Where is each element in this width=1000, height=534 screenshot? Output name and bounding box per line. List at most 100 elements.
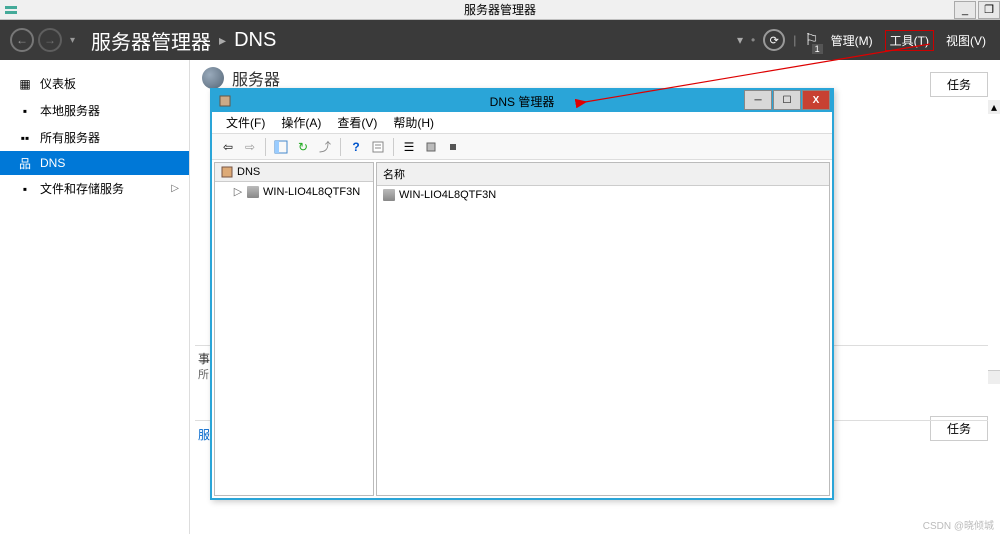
sidebar-item-local-server[interactable]: ▪ 本地服务器 — [0, 97, 189, 124]
globe-icon — [202, 67, 224, 89]
tree-server-label: WIN-LIO4L8QTF3N — [263, 186, 360, 198]
dns-titlebar[interactable]: DNS 管理器 ─ ☐ X — [212, 90, 832, 112]
tb-show-hide-button[interactable] — [271, 137, 291, 157]
dns-menu-action[interactable]: 操作(A) — [275, 112, 327, 133]
dns-manager-window: DNS 管理器 ─ ☐ X 文件(F) 操作(A) 查看(V) 帮助(H) ⇦ … — [210, 88, 834, 500]
sidebar-item-label: 仪表板 — [40, 75, 76, 92]
dns-menubar: 文件(F) 操作(A) 查看(V) 帮助(H) — [212, 112, 832, 134]
tb-properties-button[interactable] — [368, 137, 388, 157]
dns-list-pane: 名称 WIN-LIO4L8QTF3N — [376, 162, 830, 496]
header-separator: • — [751, 33, 755, 47]
notifications-button[interactable]: ⚐ 1 — [804, 30, 818, 50]
server-icon: ▪ — [18, 104, 32, 118]
sidebar-item-dns[interactable]: 品 DNS — [0, 151, 189, 175]
sidebar-item-file-storage[interactable]: ▪ 文件和存储服务 ▷ — [0, 175, 189, 202]
sidebar-item-label: 文件和存储服务 — [40, 180, 124, 197]
tree-server-node[interactable]: ▷ WIN-LIO4L8QTF3N — [215, 182, 373, 201]
server-list-icon — [383, 189, 395, 201]
menu-manage[interactable]: 管理(M) — [827, 30, 877, 51]
back-icon: ← — [16, 33, 28, 47]
dns-window-title: DNS 管理器 — [490, 93, 555, 110]
list-icon: ☰ — [404, 140, 415, 154]
tb-back-button[interactable]: ⇦ — [218, 137, 238, 157]
server-node-icon — [247, 186, 259, 198]
toolbar-separator — [393, 138, 394, 156]
sidebar-item-label: 本地服务器 — [40, 102, 100, 119]
sidebar-item-dashboard[interactable]: ▦ 仪表板 — [0, 70, 189, 97]
breadcrumb: 服务器管理器 ▸ DNS — [91, 26, 276, 55]
arrow-right-icon: ⇨ — [245, 140, 255, 154]
header-bar: ← → ▾ 服务器管理器 ▸ DNS ▾ • ⟳ | ⚐ 1 管理(M) 工具(… — [0, 20, 1000, 60]
dns-icon: 品 — [18, 156, 32, 170]
panel-icon — [274, 140, 288, 154]
reload-icon: ↻ — [298, 140, 308, 154]
header-dropdown-icon[interactable]: ▾ — [737, 33, 743, 47]
toolbar-separator — [340, 138, 341, 156]
dns-root-icon — [221, 166, 233, 178]
sidebar-item-all-servers[interactable]: ▪▪ 所有服务器 — [0, 124, 189, 151]
refresh-button[interactable]: ⟳ — [763, 29, 785, 51]
services-heading: 服 — [198, 426, 210, 443]
outer-titlebar: 服务器管理器 _ ❐ — [0, 0, 1000, 20]
list-column-header[interactable]: 名称 — [377, 163, 829, 186]
chevron-right-icon: ▷ — [171, 183, 179, 194]
list-server-name: WIN-LIO4L8QTF3N — [399, 189, 496, 201]
export-icon: ⤴ — [319, 138, 331, 155]
header-separator-2: | — [793, 33, 796, 47]
nav-forward-button[interactable]: → — [38, 28, 62, 52]
dns-minimize-button[interactable]: ─ — [744, 90, 772, 110]
outer-window-title: 服务器管理器 — [464, 1, 536, 18]
tb-help-button[interactable]: ? — [346, 137, 366, 157]
tb-stop-button[interactable] — [443, 137, 463, 157]
outer-restore-button[interactable]: ❐ — [978, 1, 1000, 19]
breadcrumb-separator-icon: ▸ — [219, 32, 226, 49]
breadcrumb-leaf[interactable]: DNS — [234, 29, 276, 52]
properties-icon — [371, 140, 385, 154]
menu-tools[interactable]: 工具(T) — [885, 30, 934, 51]
events-subheading: 所 — [198, 366, 209, 382]
breadcrumb-root[interactable]: 服务器管理器 — [91, 26, 211, 55]
toolbar-separator — [265, 138, 266, 156]
scroll-divider — [988, 370, 1000, 384]
server-small-icon — [424, 140, 438, 154]
content-title: 服务器 — [232, 66, 280, 90]
server-manager-icon — [4, 3, 18, 17]
notification-count: 1 — [812, 44, 823, 54]
scroll-up-icon[interactable]: ▴ — [988, 100, 1000, 114]
help-icon: ? — [352, 140, 359, 154]
dns-toolbar: ⇦ ⇨ ↻ ⤴ ? ☰ — [212, 134, 832, 160]
dns-maximize-button[interactable]: ☐ — [773, 90, 801, 110]
sidebar-item-label: DNS — [40, 156, 65, 170]
dns-close-button[interactable]: X — [802, 90, 830, 110]
tb-forward-button[interactable]: ⇨ — [240, 137, 260, 157]
refresh-icon: ⟳ — [770, 34, 779, 47]
dns-tree-pane: DNS ▷ WIN-LIO4L8QTF3N — [214, 162, 374, 496]
tree-root-label: DNS — [237, 166, 260, 178]
tb-refresh-button[interactable]: ↻ — [293, 137, 313, 157]
dns-menu-view[interactable]: 查看(V) — [331, 112, 383, 133]
list-row[interactable]: WIN-LIO4L8QTF3N — [377, 186, 829, 204]
dns-menu-help[interactable]: 帮助(H) — [387, 112, 440, 133]
servers-icon: ▪▪ — [18, 131, 32, 145]
expand-icon[interactable]: ▷ — [233, 185, 243, 198]
tb-server-button[interactable] — [421, 137, 441, 157]
stop-icon — [446, 140, 460, 154]
sidebar-item-label: 所有服务器 — [40, 129, 100, 146]
events-heading: 事 — [198, 350, 210, 367]
arrow-left-icon: ⇦ — [223, 140, 233, 154]
tb-export-button[interactable]: ⤴ — [315, 137, 335, 157]
nav-dropdown-icon[interactable]: ▾ — [70, 35, 75, 46]
dns-menu-file[interactable]: 文件(F) — [220, 112, 271, 133]
tasks-dropdown-1[interactable]: 任务 — [930, 72, 988, 97]
tb-list-button[interactable]: ☰ — [399, 137, 419, 157]
forward-icon: → — [44, 33, 56, 47]
outer-minimize-button[interactable]: _ — [954, 1, 976, 19]
menu-view[interactable]: 视图(V) — [942, 30, 990, 51]
storage-icon: ▪ — [18, 182, 32, 196]
sidebar: ▦ 仪表板 ▪ 本地服务器 ▪▪ 所有服务器 品 DNS ▪ 文件和存储服务 ▷ — [0, 60, 190, 534]
tree-root-node[interactable]: DNS — [215, 163, 373, 182]
dashboard-icon: ▦ — [18, 77, 32, 91]
nav-back-button[interactable]: ← — [10, 28, 34, 52]
watermark-text: CSDN @晓倾城 — [923, 517, 994, 532]
dns-body: DNS ▷ WIN-LIO4L8QTF3N 名称 WIN-LIO4L8QTF3N — [212, 160, 832, 498]
